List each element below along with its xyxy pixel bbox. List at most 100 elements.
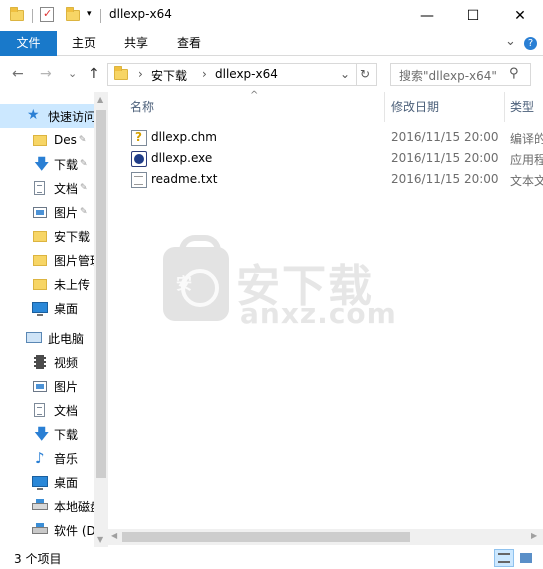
breadcrumb-separator[interactable]: ›: [202, 67, 207, 81]
computer-icon: [26, 330, 42, 346]
nav-scrollbar[interactable]: ▲ ▼: [94, 92, 108, 547]
folder-icon: [32, 252, 48, 268]
table-row[interactable]: dllexp.chm 2016/11/15 20:00 编译的: [108, 128, 543, 149]
address-row: ← → ⌄ ↑ › 安下载 › dllexp-x64 ⌄ ↻ 搜索"dllexp…: [0, 57, 543, 92]
expand-ribbon-icon[interactable]: ⌄: [505, 34, 516, 49]
navigation-pane: ★ 快速访问 Des ✎ 🡇 下载 ✎ 文档 ✎ 图片 ✎ 安下载 图片管理 未…: [0, 92, 108, 547]
nav-item-label: 软件 (D: [54, 523, 94, 538]
recent-locations-button[interactable]: ⌄: [68, 67, 77, 80]
nav-item-desktop[interactable]: 桌面: [0, 296, 94, 320]
scroll-down-icon[interactable]: ▼: [97, 535, 103, 544]
help-file-icon: [131, 130, 147, 146]
separator: [32, 9, 33, 23]
nav-item-label: Des: [54, 133, 77, 147]
horizontal-scrollbar[interactable]: ◀ ▶: [108, 529, 543, 545]
file-type: 文本文: [510, 174, 543, 188]
file-name: dllexp.chm: [151, 130, 217, 144]
download-icon: 🡇: [34, 155, 50, 173]
scroll-left-icon[interactable]: ◀: [111, 531, 117, 540]
refresh-button[interactable]: ↻: [360, 67, 370, 81]
nav-item-label: 图片管理: [54, 253, 94, 268]
nav-item-desktop-pinned[interactable]: Des ✎: [0, 128, 94, 152]
ribbon: 文件 主页 共享 查看 ⌄ ?: [0, 31, 543, 56]
breadcrumb-separator[interactable]: ›: [138, 67, 143, 81]
scroll-right-icon[interactable]: ▶: [531, 531, 537, 540]
search-icon[interactable]: ⚲: [509, 66, 519, 81]
details-view-button[interactable]: [494, 549, 514, 567]
address-bar[interactable]: › 安下载 › dllexp-x64 ⌄ ↻: [107, 63, 377, 86]
file-name: readme.txt: [151, 172, 218, 186]
maximize-button[interactable]: ☐: [450, 0, 496, 31]
horizontal-scrollbar-thumb[interactable]: [122, 532, 410, 542]
tab-view[interactable]: 查看: [167, 31, 211, 56]
nav-item-music[interactable]: ♪ 音乐: [0, 446, 94, 470]
file-name: dllexp.exe: [151, 151, 213, 165]
search-box[interactable]: 搜索"dllexp-x64" ⚲: [390, 63, 531, 86]
address-dropdown-button[interactable]: ⌄: [340, 67, 350, 81]
breadcrumb-item[interactable]: 安下载: [151, 67, 187, 84]
close-button[interactable]: ✕: [497, 0, 543, 31]
pin-icon: ✎: [80, 183, 88, 193]
file-type: 应用程: [510, 153, 543, 167]
folder-icon: [32, 228, 48, 244]
nav-item-label: 快速访问: [48, 109, 94, 124]
minimize-button[interactable]: —: [404, 0, 450, 31]
nav-item-label: 下载: [54, 157, 79, 172]
column-header-date[interactable]: 修改日期: [377, 92, 497, 122]
nav-item-label: 此电脑: [48, 331, 85, 346]
separator: [100, 9, 101, 23]
up-button[interactable]: ↑: [88, 66, 100, 82]
title-bar: ✓ ▾ dllexp-x64 — ☐ ✕: [0, 0, 543, 31]
nav-item-picture-management[interactable]: 图片管理: [0, 248, 94, 272]
help-icon[interactable]: ?: [524, 37, 537, 50]
pin-icon: ✎: [80, 207, 88, 217]
nav-item-pictures-pinned[interactable]: 图片 ✎: [0, 200, 94, 224]
document-icon: [32, 180, 48, 196]
nav-item-label: 本地磁盘: [54, 499, 94, 514]
back-button[interactable]: ←: [12, 66, 24, 82]
breadcrumb-item[interactable]: dllexp-x64: [215, 67, 278, 81]
item-count: 3 个项目: [14, 552, 62, 566]
tab-file[interactable]: 文件: [0, 31, 57, 56]
scroll-up-icon[interactable]: ▲: [97, 95, 103, 104]
table-row[interactable]: dllexp.exe 2016/11/15 20:00 应用程: [108, 149, 543, 170]
file-date: 2016/11/15 20:00: [391, 172, 499, 186]
nav-item-label: 文档: [54, 403, 79, 418]
nav-item-downloads[interactable]: 🡇 下载: [0, 422, 94, 446]
tab-home[interactable]: 主页: [62, 31, 106, 56]
nav-item-label: 桌面: [54, 301, 79, 316]
nav-item-downloads-pinned[interactable]: 🡇 下载 ✎: [0, 152, 94, 176]
nav-item-not-uploaded[interactable]: 未上传: [0, 272, 94, 296]
large-icons-view-button[interactable]: [516, 549, 536, 567]
music-icon: ♪: [35, 449, 45, 467]
nav-item-label: 安下载: [54, 229, 91, 244]
search-input[interactable]: 搜索"dllexp-x64": [399, 67, 497, 84]
nav-item-videos[interactable]: 视频: [0, 350, 94, 374]
nav-item-label: 下载: [54, 427, 79, 442]
table-row[interactable]: readme.txt 2016/11/15 20:00 文本文: [108, 170, 543, 191]
nav-item-local-disk[interactable]: 本地磁盘: [0, 494, 94, 518]
document-icon: [32, 402, 48, 418]
nav-item-pictures[interactable]: 图片: [0, 374, 94, 398]
watermark-logo-icon: [163, 235, 229, 321]
column-header-name[interactable]: 名称: [116, 92, 384, 122]
nav-item-desktop-pc[interactable]: 桌面: [0, 470, 94, 494]
nav-item-software-drive[interactable]: 软件 (D: [0, 518, 94, 542]
nav-item-documents[interactable]: 文档: [0, 398, 94, 422]
nav-item-anxz[interactable]: 安下载: [0, 224, 94, 248]
nav-item-documents-pinned[interactable]: 文档 ✎: [0, 176, 94, 200]
forward-button[interactable]: →: [40, 66, 52, 82]
quick-access-dropdown-icon[interactable]: ▾: [87, 9, 92, 19]
picture-icon: [32, 378, 48, 394]
pin-icon: ✎: [78, 135, 87, 145]
nav-item-quick-access[interactable]: ★ 快速访问: [0, 104, 94, 128]
nav-item-this-pc[interactable]: 此电脑: [0, 326, 94, 350]
window-title: dllexp-x64: [109, 7, 172, 21]
application-icon: [131, 151, 147, 167]
nav-scrollbar-thumb[interactable]: [96, 110, 106, 478]
column-header-type[interactable]: 类型: [496, 92, 543, 122]
properties-icon[interactable]: ✓: [40, 7, 54, 22]
separator: [356, 64, 357, 85]
picture-icon: [32, 204, 48, 220]
tab-share[interactable]: 共享: [114, 31, 158, 56]
